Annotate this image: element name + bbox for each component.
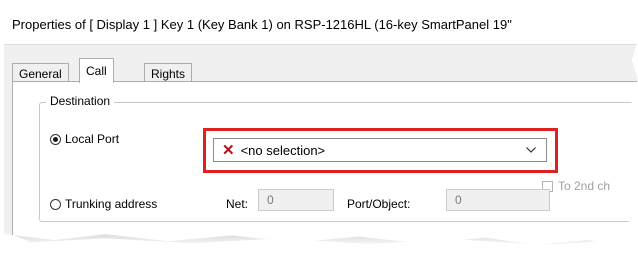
- x-icon: ✕: [222, 141, 235, 159]
- port-object-field[interactable]: 0: [446, 189, 550, 211]
- local-port-combo-value: <no selection>: [240, 142, 326, 158]
- to-2nd-checkbox[interactable]: To 2nd ch: [542, 179, 610, 193]
- trunking-address-radio-button[interactable]: [50, 198, 61, 210]
- tab-rights[interactable]: Rights: [144, 63, 193, 82]
- trunking-address-radio[interactable]: Trunking address: [50, 197, 157, 211]
- tab-general[interactable]: General: [12, 63, 69, 82]
- properties-dialog: Properties of [ Display 1 ] Key 1 (Key B…: [4, 8, 638, 246]
- call-tab-panel: Destination Local Port ✕ <no selection> …: [12, 81, 638, 246]
- window-title: Properties of [ Display 1 ] Key 1 (Key B…: [12, 17, 512, 32]
- local-port-radio[interactable]: Local Port: [50, 132, 119, 146]
- destination-group: Destination Local Port ✕ <no selection> …: [39, 94, 638, 222]
- title-bar: Properties of [ Display 1 ] Key 1 (Key B…: [4, 8, 638, 45]
- destination-legend: Destination: [46, 94, 115, 108]
- net-field[interactable]: 0: [258, 189, 334, 211]
- chevron-down-icon[interactable]: [526, 147, 536, 153]
- local-port-radio-button[interactable]: [50, 133, 61, 145]
- local-port-combo[interactable]: ✕ <no selection>: [213, 138, 547, 162]
- highlight-box: ✕ <no selection>: [203, 128, 558, 173]
- to-2nd-label: To 2nd ch: [558, 179, 611, 193]
- local-port-label: Local Port: [65, 132, 120, 146]
- net-label: Net:: [226, 197, 249, 211]
- port-object-label: Port/Object:: [347, 197, 411, 211]
- tab-call[interactable]: Call: [79, 58, 114, 83]
- trunking-address-label: Trunking address: [65, 197, 158, 211]
